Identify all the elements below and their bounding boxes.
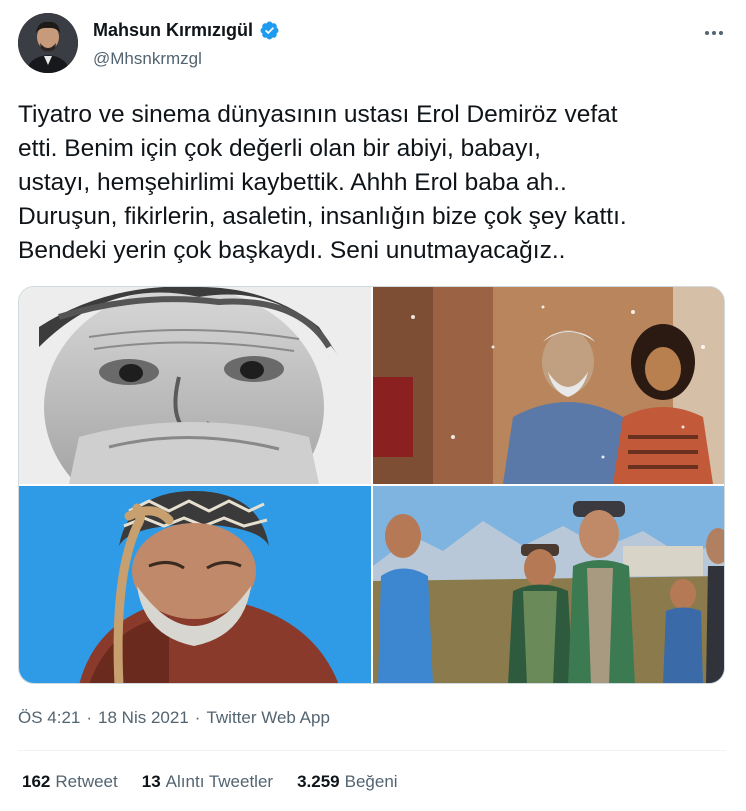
tweet-source[interactable]: Twitter Web App [206, 708, 329, 728]
photo-1[interactable] [19, 287, 371, 484]
retweet-count-label: Retweet [55, 772, 118, 791]
portrait-photo-bw [19, 287, 371, 484]
meta-separator: · [194, 708, 201, 727]
tweet-line: ustayı, hemşehirlimi kaybettik. Ahhh Ero… [18, 169, 567, 196]
tweet-header: Mahsun Kırmızıgül @Mhsnkrmzgl [18, 13, 728, 77]
photo-3[interactable] [19, 486, 371, 683]
tweet-stats: 162 Retweet 13 Alıntı Tweetler 3.259 Beğ… [22, 772, 398, 792]
tweet-line: etti. Benim için çok değerli olan bir ab… [18, 135, 541, 162]
portrait-photo-elder [19, 486, 371, 683]
tweet-line: Tiyatro ve sinema dünyasının ustası Erol… [18, 101, 618, 128]
photo-2[interactable] [373, 287, 724, 484]
like-count-value: 3.259 [297, 772, 340, 791]
media-grid [18, 286, 725, 684]
author-name[interactable]: Mahsun Kırmızıgül [93, 20, 253, 41]
like-count[interactable]: 3.259 Beğeni [297, 772, 397, 792]
avatar[interactable] [18, 13, 78, 73]
like-count-label: Beğeni [344, 772, 398, 791]
tweet-line: Bendeki yerin çok başkaydı. Seni unutmay… [18, 237, 566, 264]
tweet-date[interactable]: 18 Nis 2021 [98, 708, 189, 728]
verified-badge-icon [259, 20, 280, 41]
retweet-count-value: 162 [22, 772, 51, 791]
meta-separator: · [86, 708, 93, 727]
quote-count-value: 13 [141, 772, 161, 791]
tweet-text: Tiyatro ve sinema dünyasının ustası Erol… [18, 98, 730, 268]
film-still-village [373, 486, 724, 683]
photo-4[interactable] [373, 486, 724, 683]
tweet-time[interactable]: ÖS 4:21 [18, 708, 80, 728]
author-name-row[interactable]: Mahsun Kırmızıgül [93, 20, 280, 41]
tweet-line: Duruşun, fikirlerin, asaletin, insanlığı… [18, 203, 627, 230]
quote-count-label: Alıntı Tweetler [165, 772, 274, 791]
quote-tweet-count[interactable]: 13 Alıntı Tweetler [142, 772, 273, 792]
divider [18, 750, 726, 751]
more-options-icon[interactable] [700, 21, 728, 45]
author-handle[interactable]: @Mhsnkrmzgl [93, 49, 202, 69]
retweet-count[interactable]: 162 Retweet [22, 772, 118, 792]
tweet-meta: ÖS 4:21 · 18 Nis 2021 · Twitter Web App [18, 708, 330, 728]
film-still-snow [373, 287, 724, 484]
